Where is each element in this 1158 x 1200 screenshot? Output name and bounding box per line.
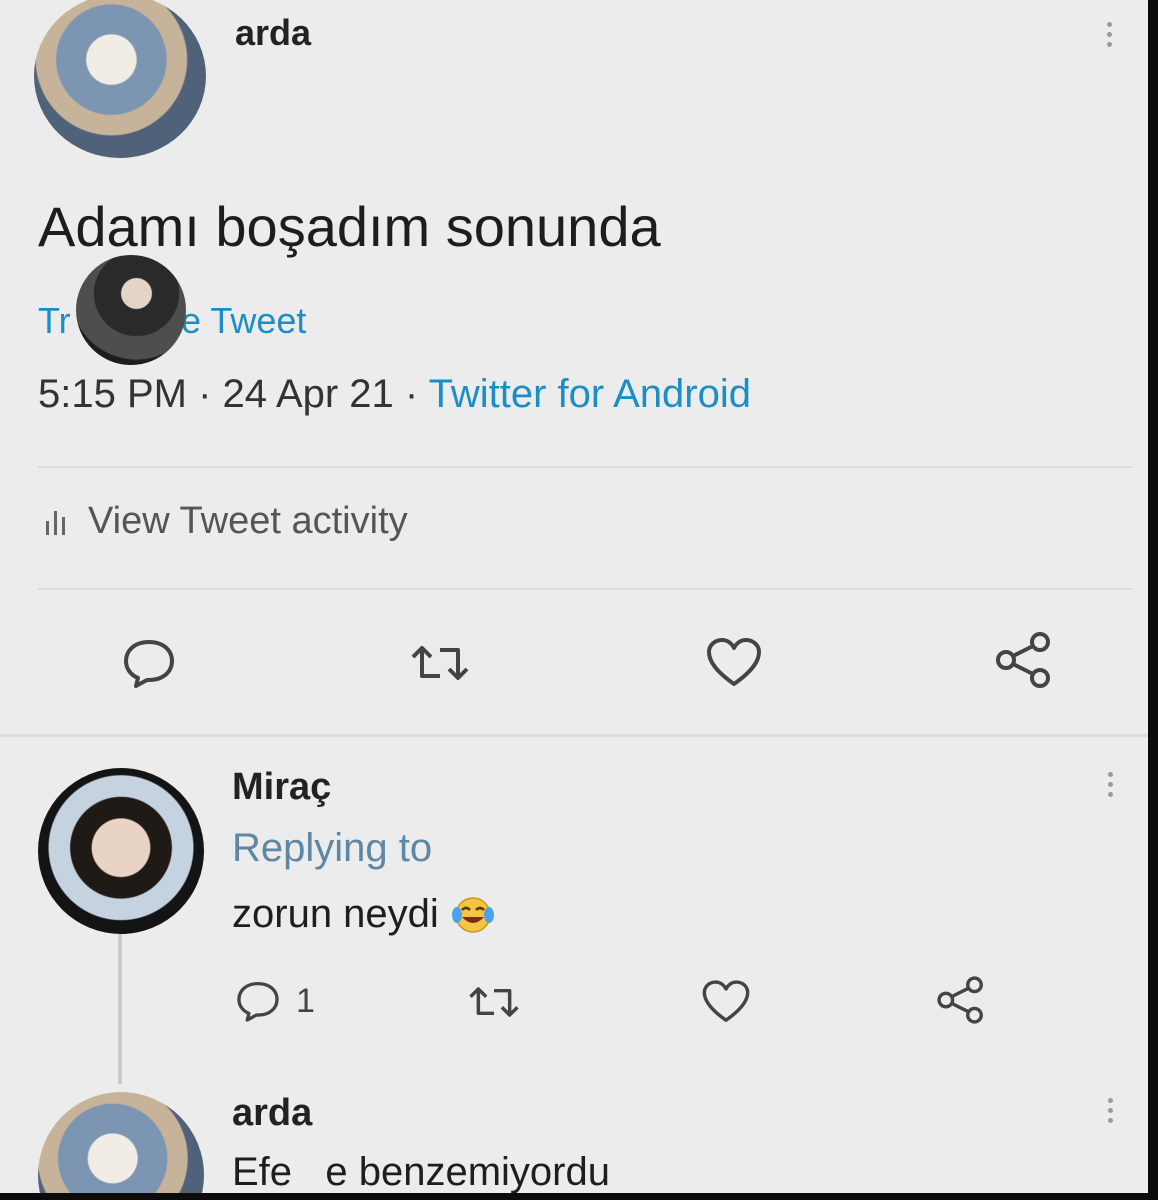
retweet-icon bbox=[469, 987, 519, 1017]
like-button[interactable] bbox=[700, 978, 752, 1026]
reply-button[interactable] bbox=[120, 636, 178, 690]
reply-icon bbox=[124, 640, 174, 688]
reply-text: Efe e benzemiyordu bbox=[232, 1150, 610, 1193]
tweet-meta: 5:15 PM · 24 Apr 21 · Twitter for Androi… bbox=[38, 372, 751, 417]
reply-icon bbox=[237, 981, 279, 1022]
divider bbox=[0, 734, 1148, 737]
like-button[interactable] bbox=[704, 636, 764, 690]
meta-separator: · bbox=[404, 372, 419, 416]
tweet-date: 24 Apr 21 bbox=[222, 372, 394, 416]
tweet-source-link[interactable]: Twitter for Android bbox=[429, 372, 751, 416]
divider bbox=[38, 588, 1133, 590]
tweet-screen: arda Adamı boşadım sonunda Tr e Tweet 5:… bbox=[0, 0, 1148, 1193]
like-icon bbox=[702, 980, 750, 1022]
more-options-icon[interactable] bbox=[1107, 22, 1113, 47]
divider bbox=[38, 466, 1133, 468]
laughing-crying-emoji bbox=[451, 896, 494, 933]
author-name[interactable]: arda bbox=[235, 12, 311, 54]
translate-label-start: Tr bbox=[38, 300, 71, 341]
retweet-icon bbox=[411, 646, 469, 680]
reply-avatar[interactable] bbox=[38, 1092, 204, 1193]
reply-author[interactable]: Miraç bbox=[232, 766, 331, 809]
view-activity-row[interactable]: View Tweet activity bbox=[44, 500, 408, 543]
reply-text: zorun neydi bbox=[232, 892, 439, 936]
tweet-text: Adamı boşadım sonunda bbox=[38, 195, 661, 258]
share-button[interactable] bbox=[934, 974, 988, 1026]
like-icon bbox=[707, 638, 761, 686]
share-icon bbox=[937, 976, 983, 1024]
retweet-button[interactable] bbox=[408, 640, 472, 686]
reply-avatar[interactable] bbox=[38, 768, 204, 934]
meta-separator: · bbox=[198, 372, 212, 416]
reply-button[interactable]: 1 bbox=[234, 978, 315, 1024]
reply-count: 1 bbox=[296, 981, 315, 1020]
tweet-time: 5:15 PM bbox=[38, 372, 187, 416]
view-activity-label: View Tweet activity bbox=[88, 500, 408, 542]
author-avatar[interactable] bbox=[34, 0, 206, 158]
overlay-photo bbox=[76, 255, 186, 365]
reply-author[interactable]: arda bbox=[232, 1092, 312, 1135]
more-options-icon[interactable] bbox=[1108, 1098, 1114, 1123]
share-icon bbox=[996, 632, 1050, 688]
replying-to-label[interactable]: Replying to bbox=[232, 826, 432, 871]
share-button[interactable] bbox=[992, 630, 1056, 690]
thread-line bbox=[118, 934, 122, 1084]
retweet-button[interactable] bbox=[466, 982, 522, 1022]
more-options-icon[interactable] bbox=[1108, 772, 1114, 797]
translate-label-end: e Tweet bbox=[181, 300, 307, 341]
reply-text-row: zorun neydi bbox=[232, 892, 495, 937]
activity-chart-icon bbox=[46, 510, 65, 535]
